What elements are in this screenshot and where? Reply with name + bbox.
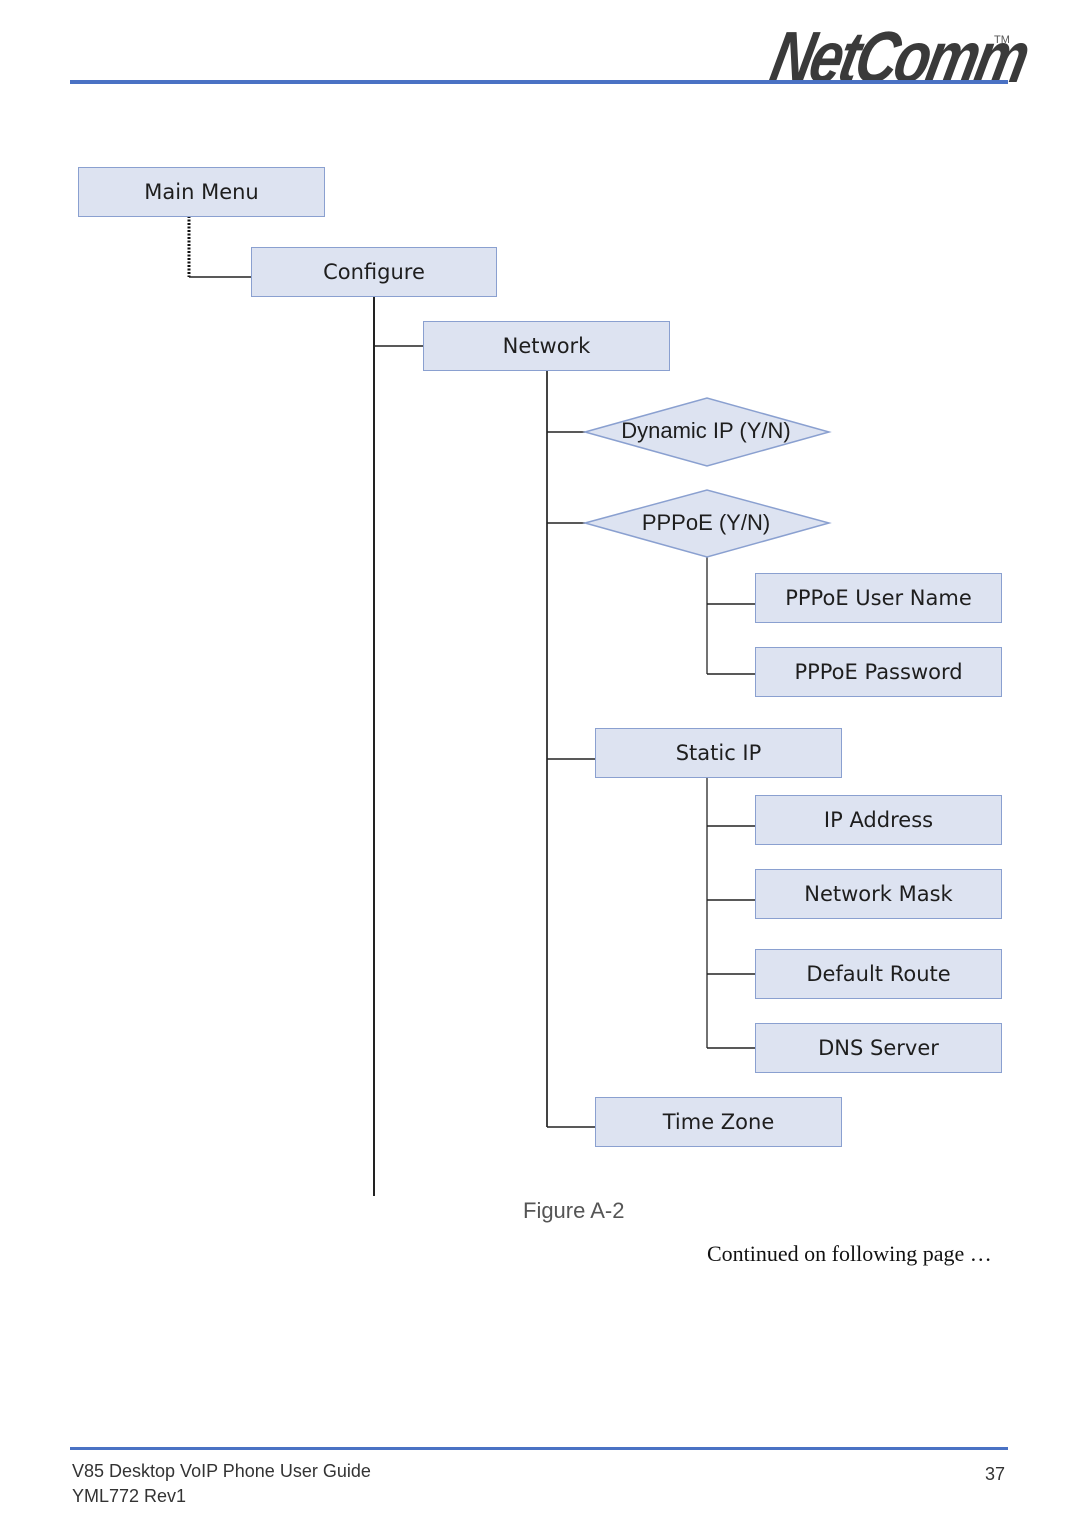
node-network-mask: Network Mask (755, 869, 1002, 919)
node-ip-address: IP Address (755, 795, 1002, 845)
node-pppoe-user-name: PPPoE User Name (755, 573, 1002, 623)
footer-revision: YML772 Rev1 (72, 1486, 187, 1506)
node-dns-server: DNS Server (755, 1023, 1002, 1073)
decision-dynamic-ip-label: Dynamic IP (Y/N) (621, 418, 791, 443)
decision-pppoe-label: PPPoE (Y/N) (641, 510, 771, 535)
page-number: 37 (985, 1464, 1006, 1484)
menu-tree-connectors (187, 216, 832, 1196)
node-network: Network (423, 321, 670, 371)
node-main-menu: Main Menu (78, 167, 325, 217)
node-static-ip: Static IP (595, 728, 842, 778)
node-configure: Configure (251, 247, 497, 297)
figure-caption: Figure A-2 (523, 1198, 625, 1223)
footer-title: V85 Desktop VoIP Phone User Guide (72, 1461, 371, 1481)
node-time-zone: Time Zone (595, 1097, 842, 1147)
continued-note: Continued on following page … (707, 1241, 992, 1266)
node-default-route: Default Route (755, 949, 1002, 999)
node-pppoe-password: PPPoE Password (755, 647, 1002, 697)
footer-rule (70, 1447, 1008, 1450)
